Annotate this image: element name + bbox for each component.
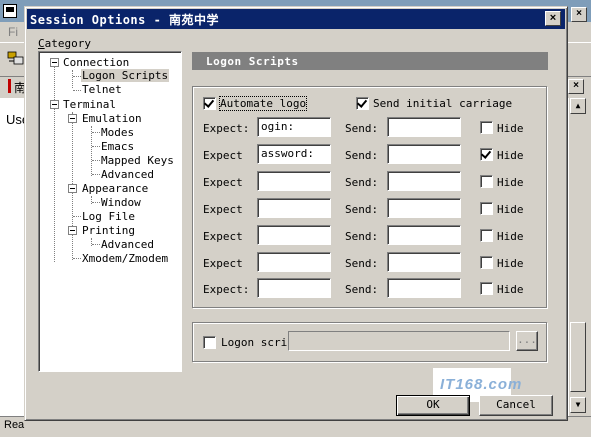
tab-close-icon[interactable]: × — [568, 79, 584, 94]
tree-collapse-icon[interactable] — [50, 58, 59, 67]
tree-item-mapped-keys[interactable]: Mapped Keys — [101, 154, 174, 167]
cancel-button[interactable]: Cancel — [479, 395, 553, 416]
send-label: Send: — [345, 203, 379, 216]
hide-label[interactable]: Hide — [497, 283, 524, 296]
session-tab-indicator — [8, 79, 11, 93]
send-input[interactable] — [387, 171, 461, 191]
dialog-close-icon[interactable]: × — [545, 11, 561, 26]
hide-checkbox[interactable] — [480, 175, 493, 188]
logon-script-checkbox[interactable] — [203, 336, 216, 349]
hide-checkbox[interactable] — [480, 282, 493, 295]
section-header-title: Logon Scripts — [206, 55, 299, 68]
send-input[interactable] — [387, 198, 461, 218]
tree-item-printing[interactable]: Printing — [82, 224, 135, 237]
category-label: Category — [38, 37, 91, 50]
send-initial-cr-checkbox[interactable] — [356, 97, 369, 110]
expect-label: Expect: — [203, 283, 250, 296]
tree-collapse-icon[interactable] — [68, 114, 77, 123]
dialog-title: Session Options - 南苑中学 — [30, 13, 220, 27]
automate-logon-checkbox[interactable] — [203, 97, 216, 110]
expect-label: Expect — [203, 257, 243, 270]
expect-label: Expect — [203, 176, 243, 189]
tree-item-window[interactable]: Window — [101, 196, 141, 209]
automate-logon-label[interactable]: Automate logo — [218, 96, 308, 111]
scroll-down-button[interactable]: ▼ — [570, 397, 586, 413]
hide-label[interactable]: Hide — [497, 203, 524, 216]
tree-item-xmodem-zmodem[interactable]: Xmodem/Zmodem — [82, 252, 168, 265]
tree-item-emulation[interactable]: Emulation — [82, 112, 142, 125]
expect-input[interactable]: ogin: — [257, 117, 331, 137]
send-label: Send: — [345, 230, 379, 243]
send-label: Send: — [345, 122, 379, 135]
logon-script-path-input — [288, 331, 510, 351]
tree-item-emulation-advanced[interactable]: Advanced — [101, 168, 154, 181]
category-tree[interactable]: Connection Logon Scripts Telnet Terminal… — [38, 51, 182, 372]
logon-settings-group — [192, 86, 547, 308]
hide-checkbox[interactable] — [480, 148, 493, 161]
logon-script-label[interactable]: Logon scrip — [221, 336, 294, 349]
tree-collapse-icon[interactable] — [68, 226, 77, 235]
expect-label: Expect — [203, 149, 243, 162]
hide-checkbox[interactable] — [480, 121, 493, 134]
send-label: Send: — [345, 176, 379, 189]
hide-checkbox[interactable] — [480, 202, 493, 215]
app-close-icon[interactable]: × — [571, 7, 587, 22]
hide-checkbox[interactable] — [480, 256, 493, 269]
menu-item-file-partial[interactable]: Fi — [8, 25, 18, 39]
send-input[interactable] — [387, 252, 461, 272]
tree-item-connection[interactable]: Connection — [63, 56, 129, 69]
hide-label[interactable]: Hide — [497, 122, 524, 135]
expect-input[interactable] — [257, 225, 331, 245]
expect-label: Expect — [203, 230, 243, 243]
scroll-up-button[interactable]: ▲ — [570, 98, 586, 114]
hide-label[interactable]: Hide — [497, 176, 524, 189]
expect-input[interactable] — [257, 171, 331, 191]
expect-input[interactable] — [257, 278, 331, 298]
status-text: Rea — [4, 419, 25, 431]
hide-checkbox[interactable] — [480, 229, 493, 242]
expect-label: Expect: — [203, 122, 250, 135]
send-input[interactable] — [387, 144, 461, 164]
send-input[interactable] — [387, 117, 461, 137]
tree-item-emacs[interactable]: Emacs — [101, 140, 134, 153]
tree-collapse-icon[interactable] — [68, 184, 77, 193]
expect-label: Expect — [203, 203, 243, 216]
tree-item-terminal[interactable]: Terminal — [63, 98, 116, 111]
send-input[interactable] — [387, 278, 461, 298]
tree-item-printing-advanced[interactable]: Advanced — [101, 238, 154, 251]
tree-collapse-icon[interactable] — [50, 100, 59, 109]
app-system-icon[interactable] — [3, 4, 17, 18]
tree-item-logon-scripts[interactable]: Logon Scripts — [81, 69, 170, 82]
send-input[interactable] — [387, 225, 461, 245]
watermark-logo-text: IT168.com — [440, 376, 523, 393]
send-label: Send: — [345, 149, 379, 162]
tree-item-appearance[interactable]: Appearance — [82, 182, 148, 195]
browse-button[interactable]: ... — [516, 331, 538, 351]
connect-icon[interactable] — [6, 48, 26, 68]
ok-button[interactable]: OK — [396, 395, 470, 416]
tree-item-modes[interactable]: Modes — [101, 126, 134, 139]
hide-label[interactable]: Hide — [497, 230, 524, 243]
send-label: Send: — [345, 283, 379, 296]
hide-label[interactable]: Hide — [497, 257, 524, 270]
tree-item-log-file[interactable]: Log File — [82, 210, 135, 223]
hide-label[interactable]: Hide — [497, 149, 524, 162]
send-initial-cr-label[interactable]: Send initial carriage — [373, 97, 512, 110]
expect-input[interactable] — [257, 198, 331, 218]
scroll-thumb[interactable] — [570, 322, 586, 392]
expect-input[interactable]: assword: — [257, 144, 331, 164]
expect-input[interactable] — [257, 252, 331, 272]
tree-item-telnet[interactable]: Telnet — [82, 83, 122, 96]
send-label: Send: — [345, 257, 379, 270]
